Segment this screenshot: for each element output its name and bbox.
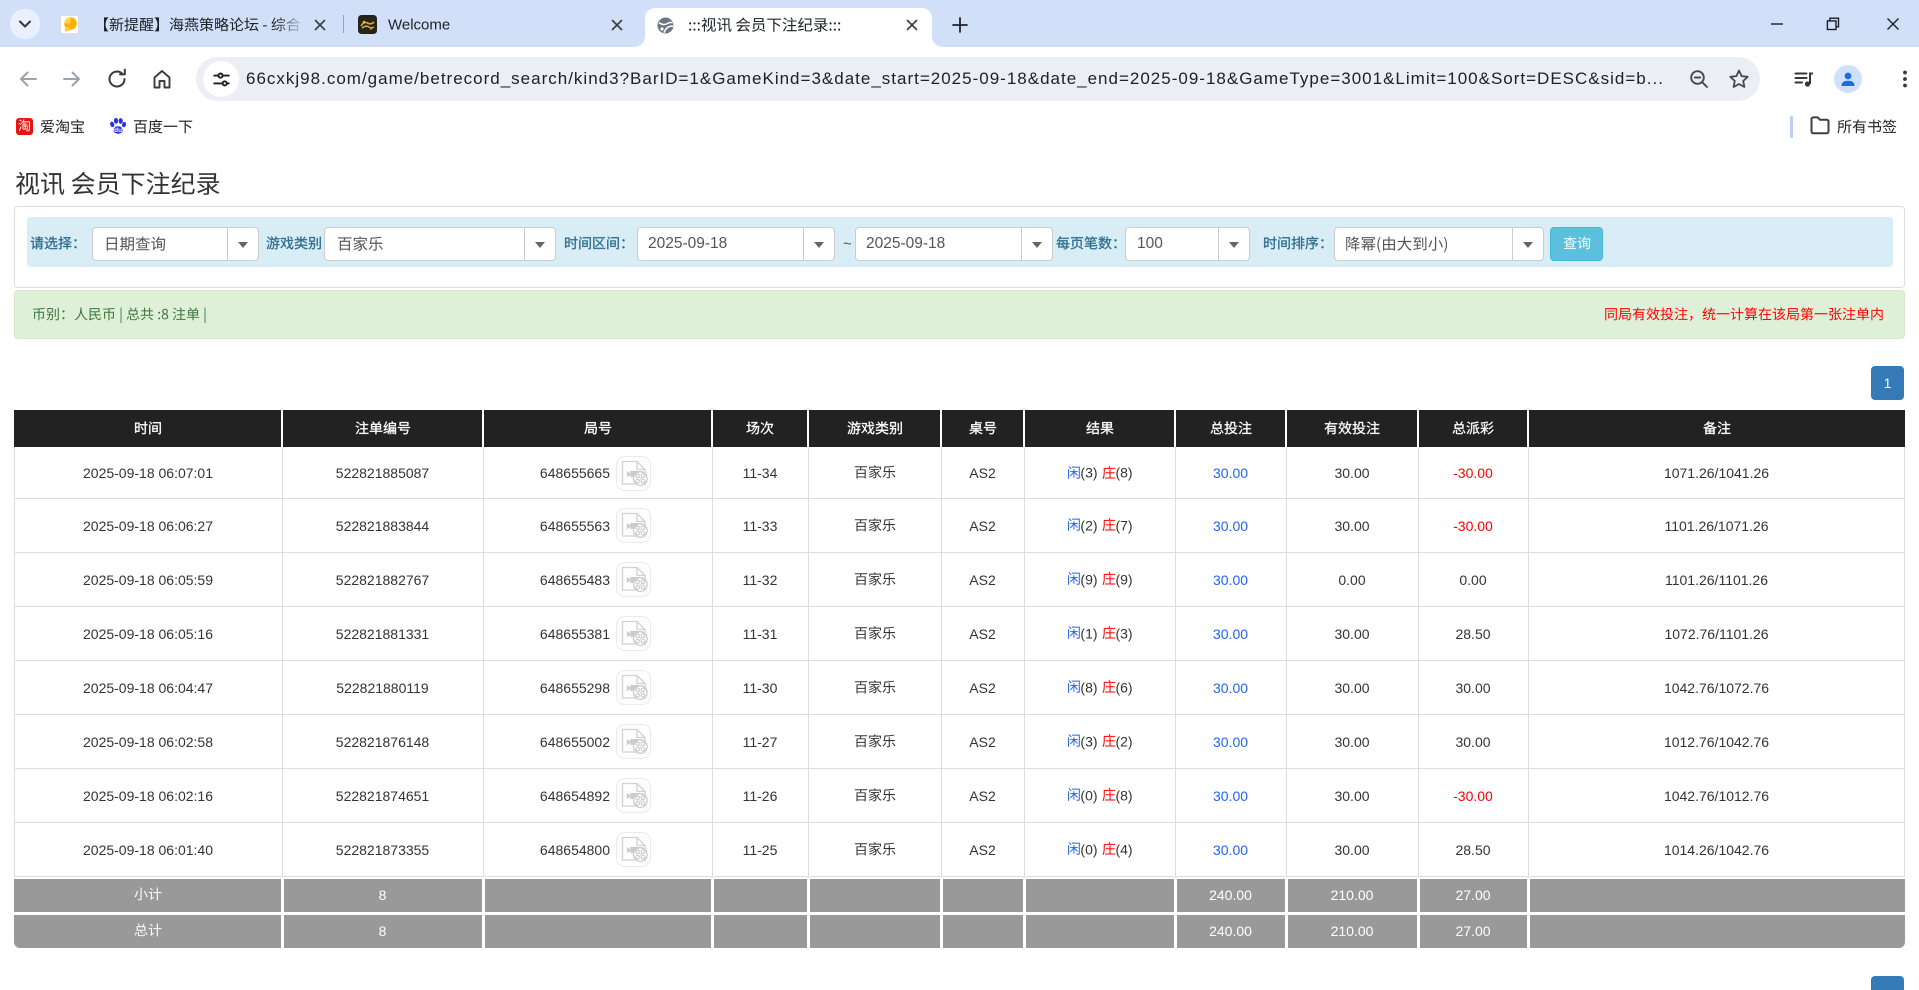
svg-text:du: du xyxy=(114,127,122,134)
